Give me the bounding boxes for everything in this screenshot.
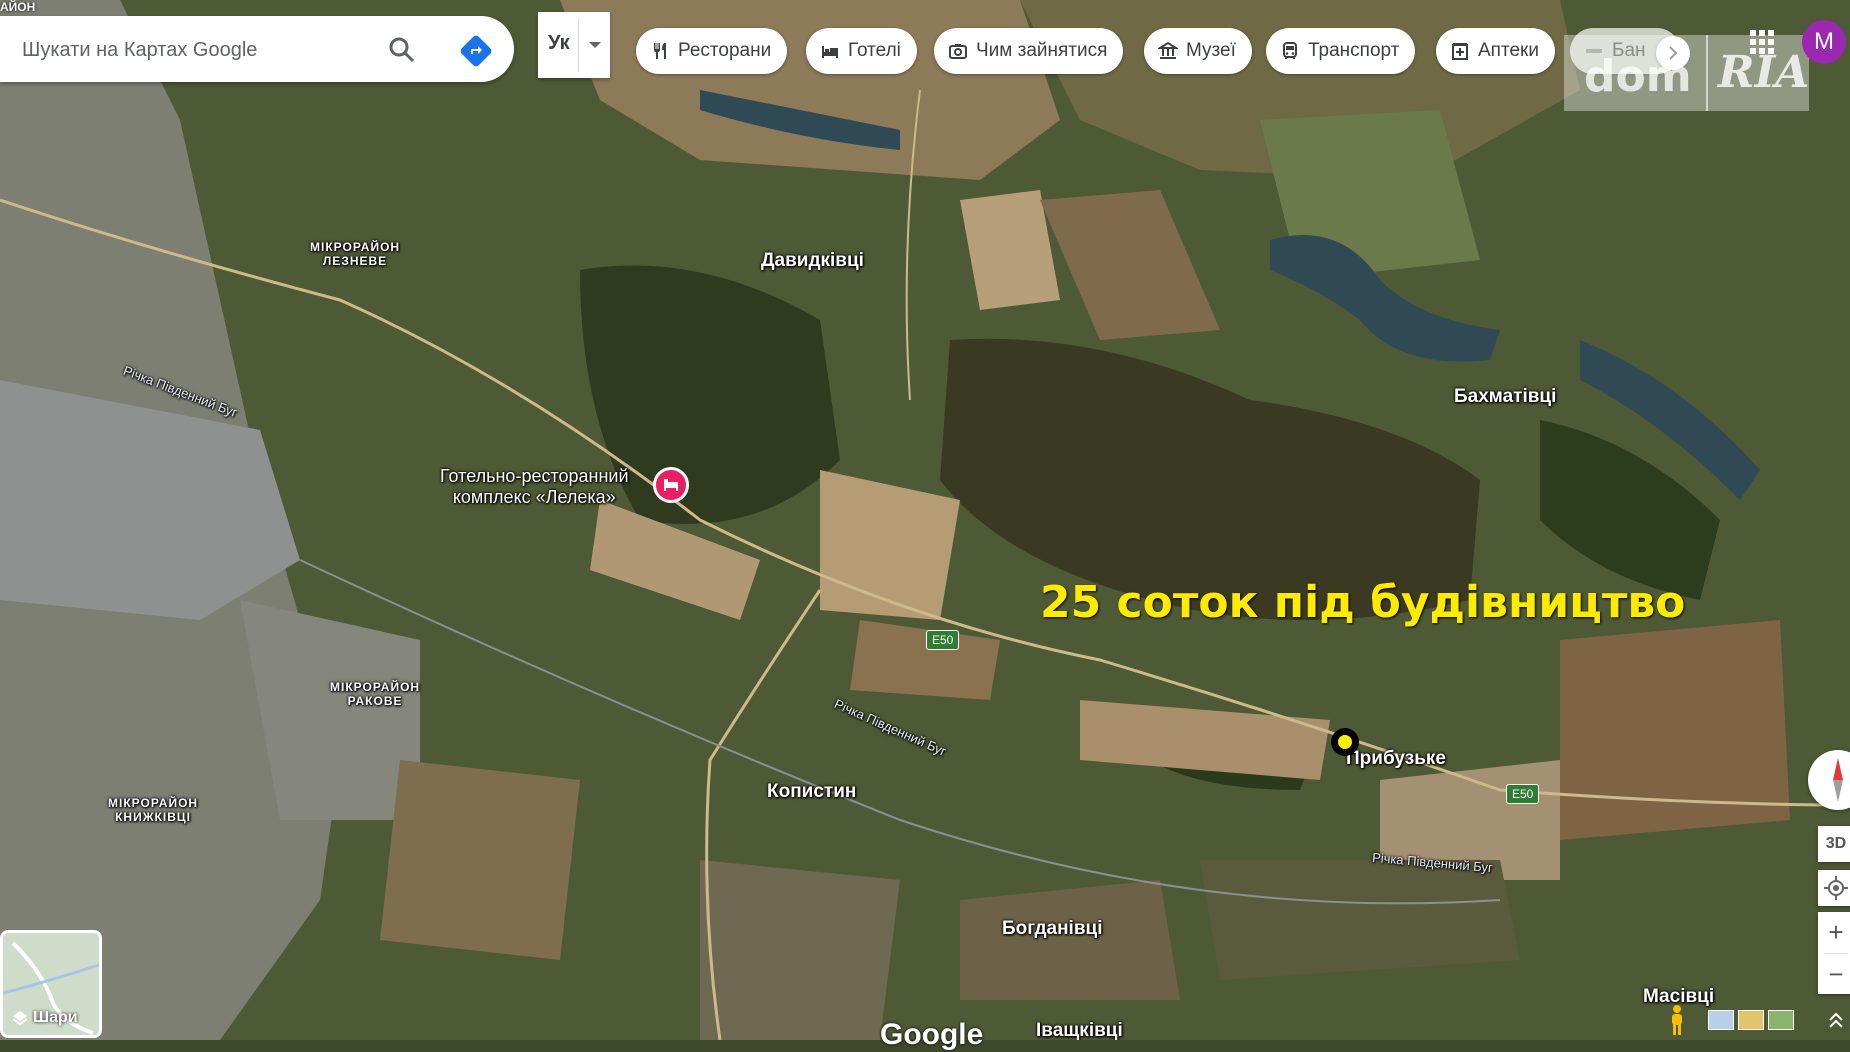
bed-icon [664, 479, 678, 491]
place-label-rakove: МІКРОРАЙОН РАКОВЕ [330, 680, 420, 708]
directions-icon[interactable] [458, 33, 494, 69]
3d-toggle-button[interactable]: 3D [1818, 826, 1850, 862]
chip-label: Ресторани [678, 40, 772, 61]
district-fragment-label: АЙОН [0, 0, 36, 14]
watermark-dom: dom [1584, 51, 1692, 102]
chip-hotels[interactable]: Готелі [806, 28, 917, 74]
satellite-imagery [0, 0, 1850, 1040]
language-selector[interactable]: Ук [538, 12, 610, 78]
place-label-prybuzke[interactable]: Прибузьке [1346, 748, 1446, 770]
my-location-button[interactable] [1818, 870, 1850, 906]
district-label-line: МІКРОРАЙОН [108, 796, 199, 810]
street-view-pegman-icon[interactable] [1666, 1004, 1688, 1036]
district-label-line: МІКРОРАЙОН [310, 240, 401, 254]
chip-transit[interactable]: Транспорт [1266, 28, 1416, 74]
district-label-line: КНИЖКІВЦІ [115, 810, 191, 824]
poi-label-line: Готельно-ресторанний [440, 466, 629, 486]
poi-label-leleka[interactable]: Готельно-ресторанний комплекс «Лелека» [440, 466, 629, 508]
language-label: Ук [548, 32, 570, 54]
transit-icon [1283, 42, 1297, 59]
road-shield-e50: E50 [1506, 784, 1540, 804]
chip-label: Аптеки [1478, 40, 1539, 61]
imagery-thumbnails [1708, 1010, 1800, 1032]
chevron-up-icon[interactable] [1826, 1008, 1846, 1032]
thumbnail-option[interactable] [1738, 1010, 1764, 1030]
layers-button[interactable]: Шари [0, 930, 102, 1038]
zoom-control: + − [1818, 912, 1850, 994]
place-label-davydkivtsi[interactable]: Давидківці [761, 250, 864, 272]
compass-button[interactable] [1808, 750, 1850, 810]
plot-headline: 25 соток під будівництво [1040, 577, 1686, 628]
watermark-divider [1706, 35, 1708, 111]
search-input[interactable] [20, 32, 364, 68]
satellite-map[interactable]: АЙОН МІКРОРАЙОН ЛЕЗНЕВЕ МІКРОРАЙОН РАКОВ… [0, 0, 1850, 1040]
place-label-bakhmativtsi[interactable]: Бахматівці [1454, 386, 1556, 408]
district-label-line: РАКОВЕ [347, 694, 403, 708]
apps-grid-icon[interactable] [1748, 28, 1776, 56]
chip-restaurants[interactable]: Ресторани [636, 28, 788, 74]
chip-label: Чим зайнятися [976, 40, 1108, 61]
search-icon[interactable] [386, 34, 418, 66]
thumbnail-option[interactable] [1768, 1010, 1794, 1030]
place-label-knyzhkivtsi: МІКРОРАЙОН КНИЖКІВЦІ [108, 796, 198, 824]
chip-pharmacies[interactable]: Аптеки [1436, 28, 1555, 74]
search-box [0, 16, 514, 82]
zoom-in-button[interactable]: + [1818, 912, 1850, 952]
camera-icon [949, 44, 967, 59]
thumbnail-option[interactable] [1708, 1010, 1734, 1030]
chip-museums[interactable]: Музеї [1144, 28, 1252, 74]
chip-label: Готелі [848, 40, 901, 61]
place-label-leznevo: МІКРОРАЙОН ЛЕЗНЕВЕ [310, 240, 400, 268]
account-avatar[interactable]: M [1802, 20, 1846, 64]
restaurant-icon [654, 43, 666, 59]
place-label-bohdanivtsi[interactable]: Богданівці [1002, 918, 1102, 940]
zoom-out-button[interactable]: − [1818, 954, 1850, 994]
language-divider [578, 18, 579, 72]
district-label-line: МІКРОРАЙОН [330, 680, 421, 694]
museum-icon [1158, 41, 1178, 59]
marker-dot [1338, 735, 1352, 749]
road-shield-e50: E50 [926, 630, 960, 650]
chevron-down-icon[interactable] [589, 42, 601, 48]
place-label-kopystyn[interactable]: Копистин [767, 781, 856, 803]
layers-label-row: Шари [11, 1009, 78, 1027]
google-logo: Google [880, 1018, 984, 1051]
chip-label: Музеї [1186, 40, 1236, 61]
compass-icon [1833, 758, 1843, 802]
pharmacy-icon [1452, 43, 1468, 60]
location-target-icon [1824, 876, 1848, 900]
chip-things-to-do[interactable]: Чим зайнятися [934, 28, 1124, 74]
chip-label: Транспорт [1308, 40, 1400, 61]
hotel-pin-icon[interactable] [653, 467, 689, 503]
poi-label-line: комплекс «Лелека» [452, 487, 616, 507]
place-label-ivashkivtsi[interactable]: Іващківці [1036, 1020, 1123, 1040]
layers-icon [12, 1011, 28, 1026]
district-label-line: ЛЕЗНЕВЕ [322, 254, 388, 268]
hotel-icon [822, 46, 838, 58]
plot-location-marker[interactable] [1331, 728, 1359, 756]
layers-label: Шари [33, 1009, 78, 1026]
